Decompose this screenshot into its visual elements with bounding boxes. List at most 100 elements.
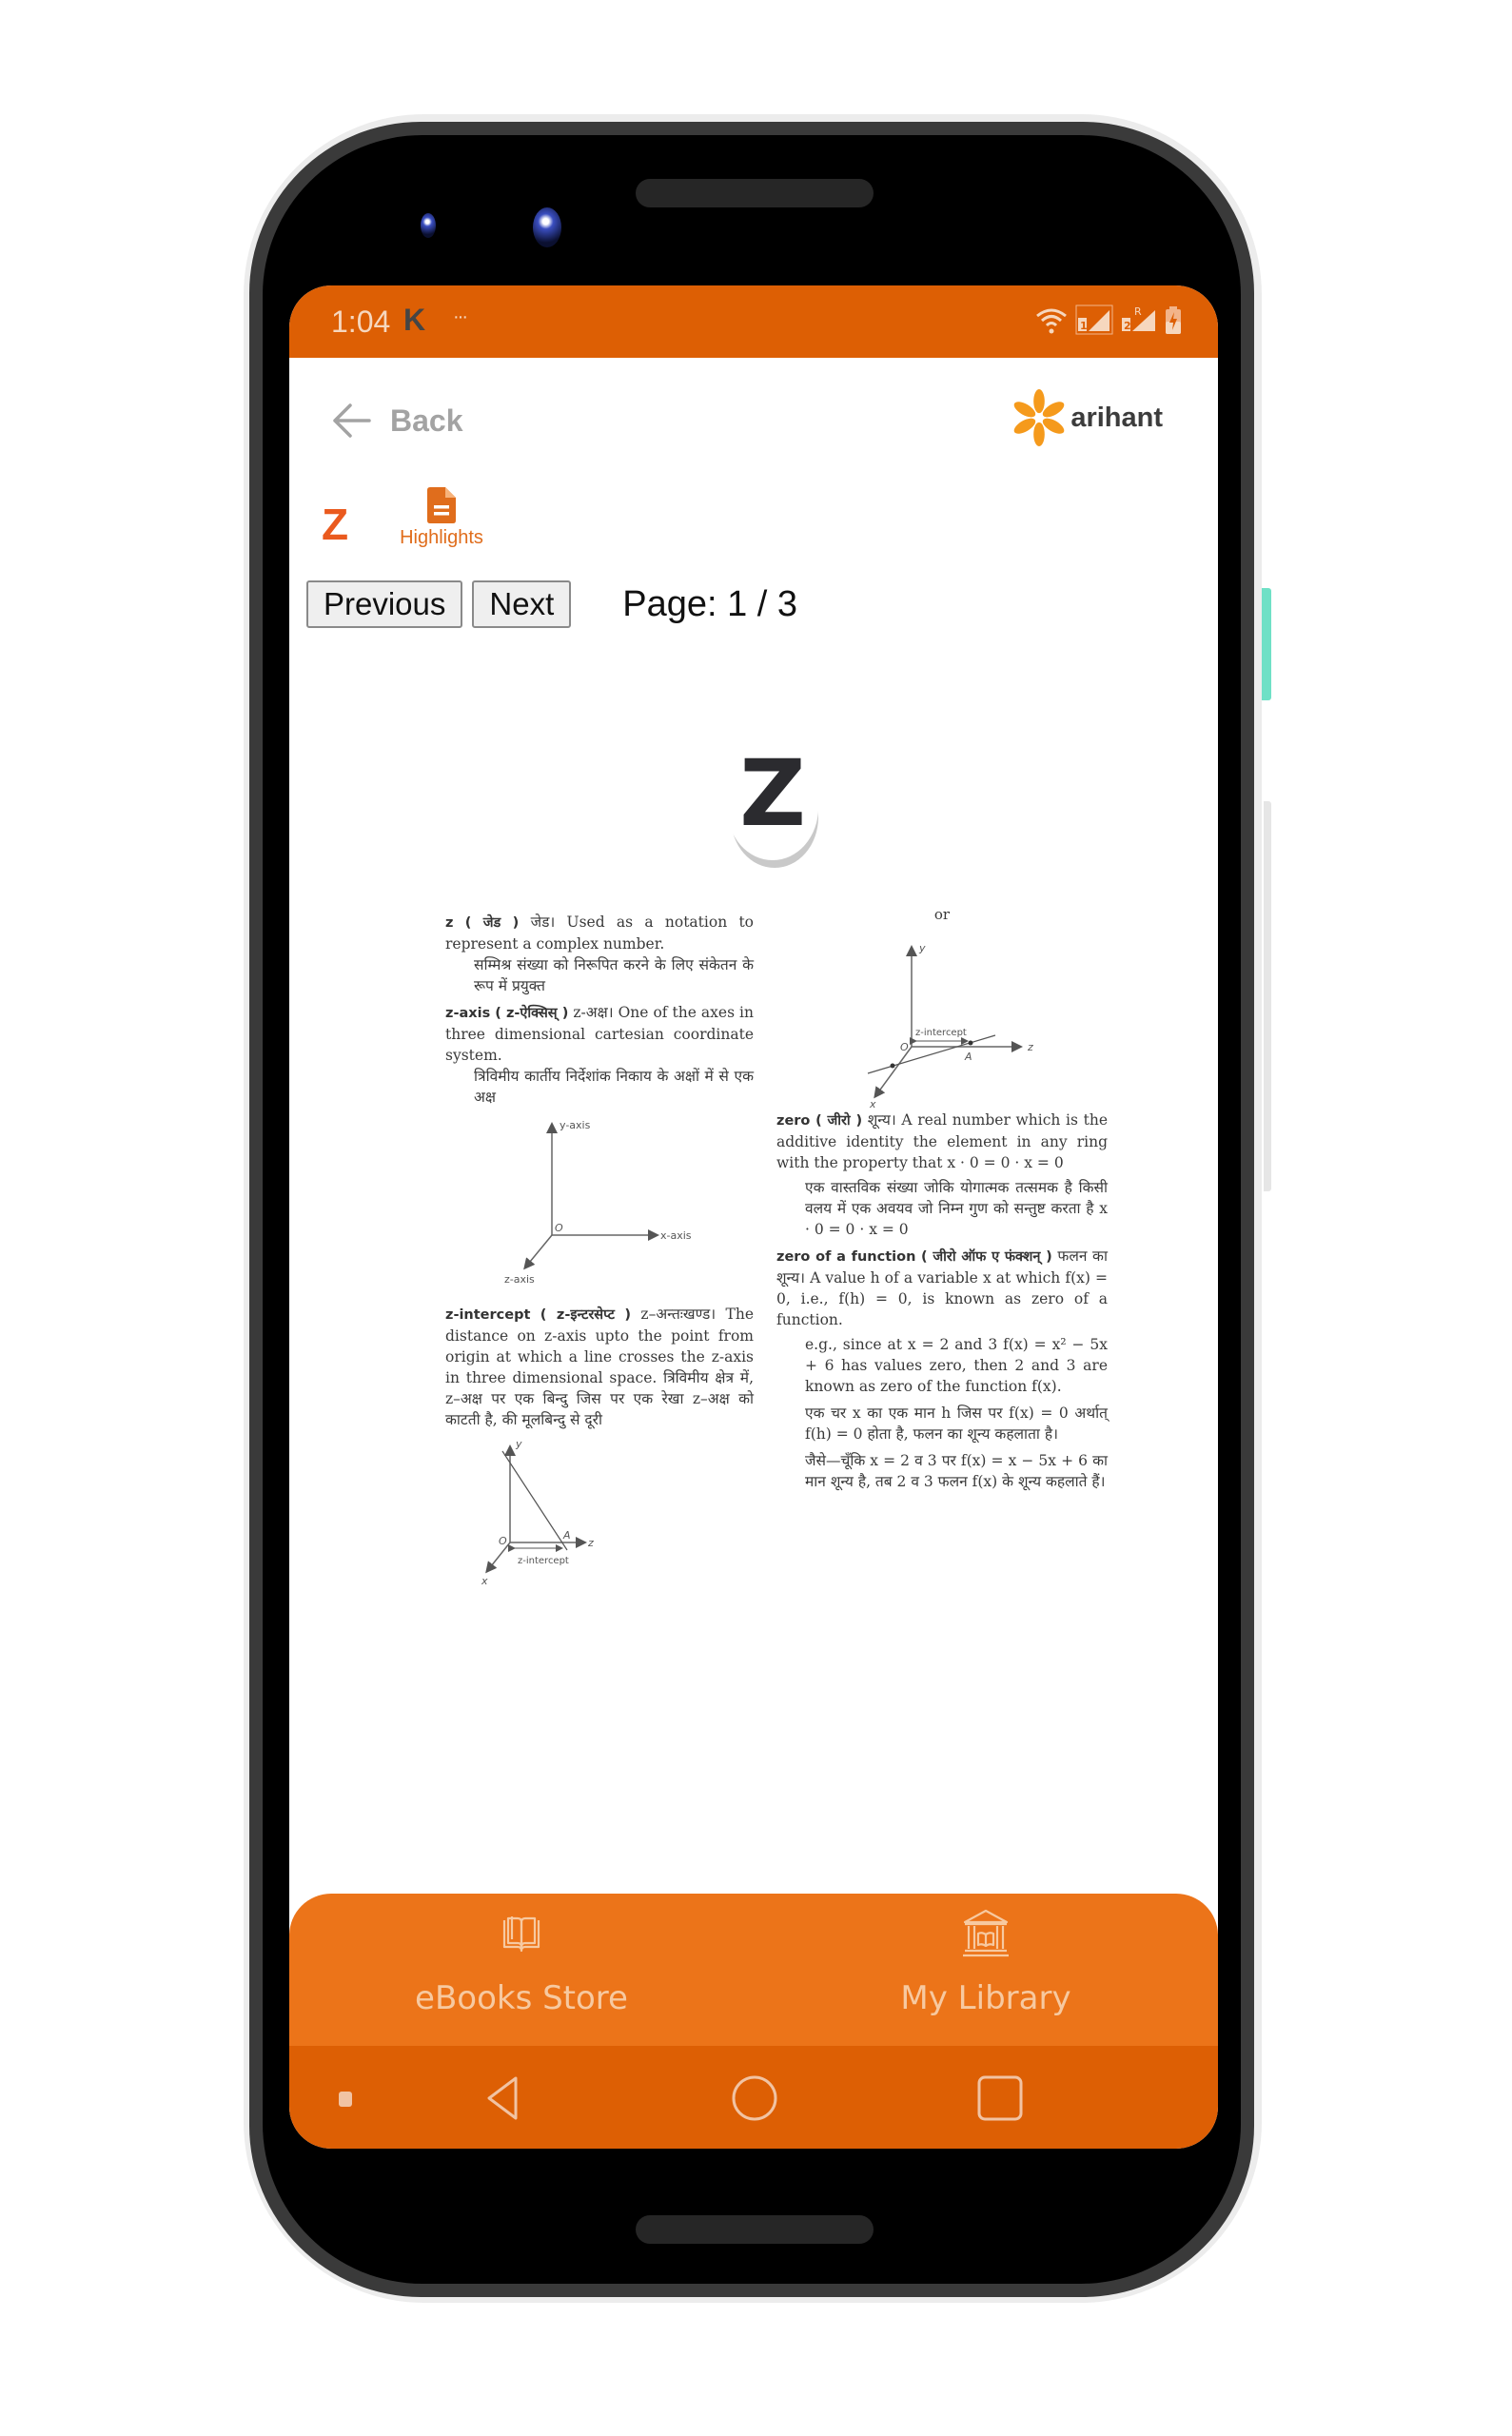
figure-3d-axes: y-axis x-axis z-axis O xyxy=(504,1119,692,1286)
entry-term: z-axis xyxy=(445,1006,491,1021)
reader-toolbar: Z Highlights xyxy=(289,485,1218,561)
previous-button[interactable]: Previous xyxy=(306,580,463,628)
recents-square-icon[interactable] xyxy=(976,2074,1024,2122)
earpiece-speaker xyxy=(636,179,874,207)
back-button[interactable]: Back xyxy=(329,402,463,440)
android-nav-bar xyxy=(289,2046,1218,2149)
entry-hindi-term: ( जीरो ) xyxy=(815,1113,863,1129)
bottom-tab-bar: eBooks Store My Library xyxy=(289,1894,1218,2046)
intercept-line xyxy=(501,1450,568,1551)
point-a xyxy=(968,1040,973,1046)
entry-hindi-meaning: शून्य। xyxy=(867,1111,896,1129)
wifi-icon xyxy=(1036,308,1067,334)
tab-label: eBooks Store xyxy=(415,1979,628,2017)
status-bar: 1:04 K ··· 1 2 R xyxy=(289,285,1218,358)
app-header: Back arihant xyxy=(289,358,1218,453)
point-label: A xyxy=(562,1529,571,1542)
entry-hindi-meaning: z-अक्ष। xyxy=(573,1004,614,1021)
library-building-icon xyxy=(963,1909,1009,1957)
app-screen: 1:04 K ··· 1 2 R Back arihant Z Highligh… xyxy=(289,285,1218,2149)
page-indicator: Page: 1 / 3 xyxy=(622,583,798,624)
entry-hindi-meaning: जेड। xyxy=(530,914,556,931)
page-navigation: Previous Next Page: 1 / 3 xyxy=(306,580,797,628)
or-label: or xyxy=(933,906,951,923)
entry-hindi-example: जैसे—चूँकि x = 2 व 3 पर f(x) = x − 5x + … xyxy=(805,1452,1108,1490)
entry-hindi-definition: एक वास्तविक संख्या जोकि योगात्मक तत्समक … xyxy=(805,1179,1108,1238)
entry-hindi-meaning: z–अन्तःखण्ड। xyxy=(640,1306,717,1323)
next-button[interactable]: Next xyxy=(472,580,572,628)
z-axis-line xyxy=(523,1234,553,1270)
chapter-heading: Z xyxy=(727,744,830,858)
entry-term: z-intercept xyxy=(445,1307,531,1323)
entry-hindi-term: ( जेड ) xyxy=(464,915,520,931)
svg-text:2: 2 xyxy=(1124,320,1131,332)
y-label: y xyxy=(515,1438,522,1450)
battery-charging-icon xyxy=(1166,306,1181,334)
svg-text:R: R xyxy=(1134,305,1142,318)
entry-definition: A value h of a variable x at which f(x) … xyxy=(776,1269,1108,1328)
entry-term: zero xyxy=(776,1113,811,1129)
entry-hindi-definition: एक चर x का एक मान h जिस पर f(x) = 0 अर्थ… xyxy=(805,1405,1108,1443)
back-label: Back xyxy=(390,403,463,438)
entry-z: z ( जेड ) जेड। Used as a notation to rep… xyxy=(445,912,754,996)
point-x xyxy=(890,1063,895,1069)
home-circle-icon[interactable] xyxy=(731,2074,778,2122)
sim2-roaming-signal-icon: 2 R xyxy=(1122,305,1155,332)
status-time: 1:04 xyxy=(331,304,391,339)
chapter-letter: Z xyxy=(739,740,806,847)
y-axis-label: y-axis xyxy=(560,1119,591,1131)
entry-z-intercept: z-intercept ( z-इन्टरसेप्ट ) z–अन्तःखण्ड… xyxy=(445,1304,754,1430)
entry-example: e.g., since at x = 2 and 3 f(x) = x² − 5… xyxy=(805,1336,1108,1395)
entry-z-axis: z-axis ( z-ऐक्सिस् ) z-अक्ष। One of the … xyxy=(445,1002,754,1108)
y-label: y xyxy=(918,942,926,954)
open-book-icon xyxy=(502,1916,540,1953)
carrier-icon: K xyxy=(403,303,426,337)
z-axis-label: z-axis xyxy=(504,1273,535,1286)
entry-hindi-term: ( जीरो ऑफ ए फंक्शन् ) xyxy=(921,1249,1052,1265)
tab-label: My Library xyxy=(900,1979,1071,2017)
svg-text:1: 1 xyxy=(1080,320,1088,332)
right-column: or y z x O A z-intercept zero ( जीरो ) श… xyxy=(776,904,1108,1498)
status-icons: 1 2 R xyxy=(1035,304,1182,335)
notification-dots-icon: ··· xyxy=(453,306,468,327)
entry-hindi-definition: त्रिविमीय कार्तीय निर्देशांक निकाय के अक… xyxy=(474,1068,754,1106)
back-triangle-icon[interactable] xyxy=(483,2074,521,2122)
origin-label: O xyxy=(900,1041,909,1053)
arihant-logo: arihant xyxy=(1011,388,1163,447)
volume-button xyxy=(1264,801,1271,1191)
logo-text: arihant xyxy=(1070,402,1163,433)
point-label: A xyxy=(964,1051,972,1063)
entry-hindi-term: ( z-ऐक्सिस् ) xyxy=(495,1006,569,1021)
power-button xyxy=(1262,588,1271,700)
arihant-star-icon xyxy=(1013,389,1065,446)
x-axis-line xyxy=(874,1046,913,1099)
entry-hindi-definition: सम्मिश्र संख्या को निरूपित करने के लिए स… xyxy=(474,956,754,994)
tab-my-library[interactable]: My Library xyxy=(754,1894,1218,2046)
tab-ebooks-store[interactable]: eBooks Store xyxy=(289,1894,754,2046)
highlights-button[interactable]: Highlights xyxy=(390,487,493,549)
x-axis-label: x-axis xyxy=(660,1229,692,1242)
document-page: Z z ( जेड ) जेड। Used as a notation to r… xyxy=(289,704,1218,2017)
z-label: z xyxy=(587,1537,594,1549)
entry-hindi-term: ( z-इन्टरसेप्ट ) xyxy=(540,1307,632,1323)
entry-zero-of-a-function: zero of a function ( जीरो ऑफ ए फंक्शन् )… xyxy=(776,1246,1108,1492)
entry-term: zero of a function xyxy=(776,1249,916,1265)
menu-dot-icon xyxy=(339,2092,352,2107)
figure-z-intercept-alt: y z x O A z-intercept xyxy=(867,942,1033,1110)
front-camera xyxy=(533,207,561,247)
front-sensor xyxy=(421,213,436,238)
arrow-left-icon xyxy=(333,403,371,438)
letter-index-button[interactable]: Z xyxy=(322,499,348,550)
figure-z-intercept: y z x O A z-intercept xyxy=(481,1438,594,1587)
origin-label: O xyxy=(555,1222,563,1234)
highlights-label: Highlights xyxy=(400,527,483,548)
intercept-label: z-intercept xyxy=(518,1556,569,1566)
x-label: x xyxy=(481,1575,488,1587)
x-label: x xyxy=(869,1098,876,1110)
bottom-speaker xyxy=(636,2215,874,2244)
left-column: z ( जेड ) जेड। Used as a notation to rep… xyxy=(445,912,754,1598)
origin-label: O xyxy=(499,1535,507,1547)
sim1-signal-icon: 1 xyxy=(1075,304,1113,335)
document-icon xyxy=(427,487,456,523)
entry-zero: zero ( जीरो ) शून्य। A real number which… xyxy=(776,1110,1108,1240)
